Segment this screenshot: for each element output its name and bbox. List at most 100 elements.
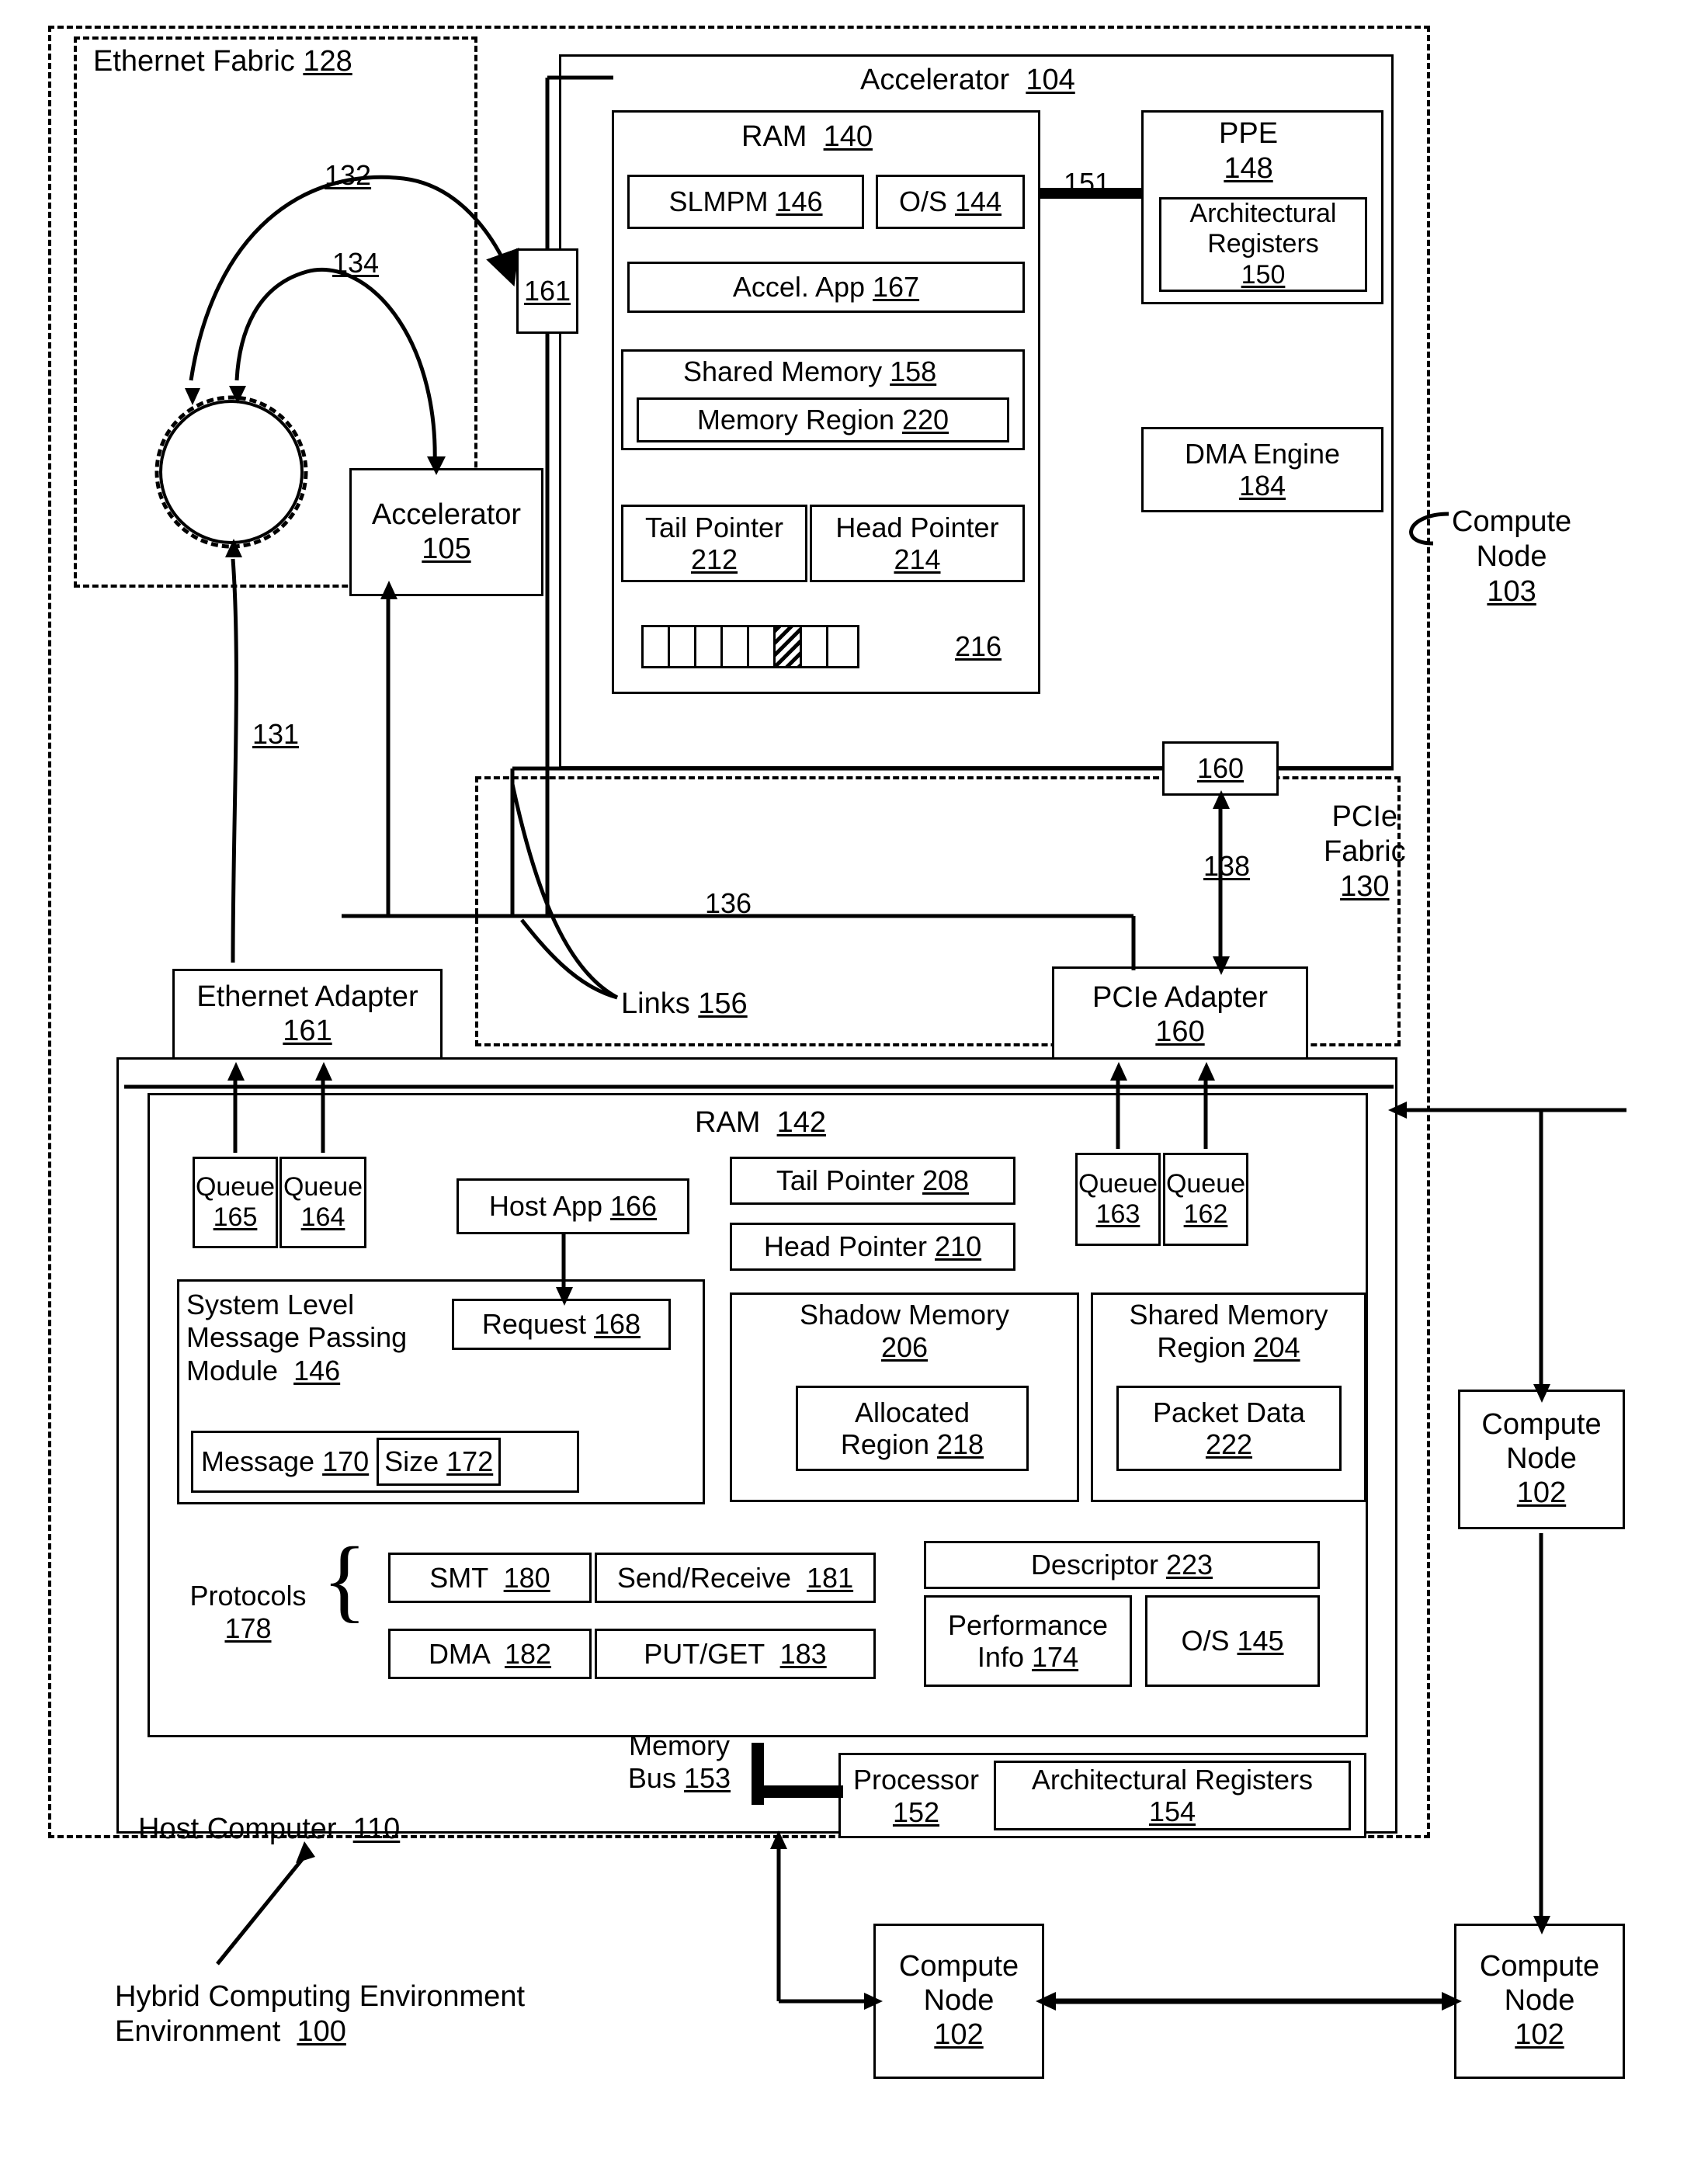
queue-162-box[interactable]: Queue 162	[1163, 1153, 1248, 1246]
compute-node-102-right-line2: Node	[1506, 1442, 1577, 1476]
allocated-region-218-line1: Allocated	[854, 1396, 970, 1428]
queue-165-ref: 165	[213, 1202, 258, 1232]
protocol-dma-182-ref: 182	[504, 1637, 552, 1670]
host-app-166-label: Host App	[488, 1190, 602, 1223]
shared-memory-region-204-ref: 204	[1253, 1331, 1300, 1364]
accel-app-167-box[interactable]: Accel. App 167	[627, 262, 1025, 313]
accelerator-104-title: Accelerator 104	[860, 64, 1075, 97]
ram-142-label-text: RAM	[695, 1106, 761, 1139]
ring-buffer-216[interactable]	[641, 625, 859, 668]
descriptor-223-box[interactable]: Descriptor 223	[924, 1541, 1320, 1589]
memory-bus-153-line1: Memory	[628, 1730, 730, 1761]
ring-buffer-slot[interactable]	[776, 627, 802, 666]
ring-buffer-slot[interactable]	[802, 627, 828, 666]
protocol-send-receive-181-label: Send/Receive	[616, 1561, 792, 1594]
queue-163-box[interactable]: Queue 163	[1075, 1153, 1161, 1246]
queue-162-label: Queue	[1165, 1168, 1246, 1199]
figure-title-line1: Hybrid Computing Environment	[115, 1980, 526, 2013]
compute-node-102-right-box[interactable]: Compute Node 102	[1458, 1390, 1625, 1529]
packet-data-222-box[interactable]: Packet Data 222	[1116, 1386, 1342, 1471]
ethernet-node-161-small[interactable]: 161	[516, 248, 578, 334]
shared-memory-region-204-line1: Shared Memory	[1129, 1299, 1328, 1331]
memory-bus-153-line2: Bus	[627, 1762, 676, 1795]
connection-131-ref: 131	[252, 718, 300, 750]
protocol-send-receive-181-box[interactable]: Send/Receive 181	[595, 1553, 876, 1603]
node-161-small-ref: 161	[523, 275, 571, 307]
ring-buffer-slot[interactable]	[644, 627, 670, 666]
message-170-box[interactable]: Message 170 Size 172	[191, 1431, 579, 1493]
queue-163-label: Queue	[1078, 1168, 1158, 1199]
os-144-box[interactable]: O/S 144	[876, 175, 1025, 229]
memory-region-220-box[interactable]: Memory Region 220	[637, 397, 1009, 442]
connection-136-ref: 136	[705, 887, 752, 919]
shared-memory-region-204-label: Shared Memory Region 204	[1099, 1299, 1359, 1365]
accel-app-167-label: Accel. App	[732, 271, 865, 304]
queue-164-box[interactable]: Queue 164	[279, 1157, 366, 1248]
ethernet-adapter-161-box[interactable]: Ethernet Adapter 161	[172, 969, 443, 1060]
pcie-adapter-160-box[interactable]: PCIe Adapter 160	[1052, 966, 1308, 1063]
tail-pointer-212-box[interactable]: Tail Pointer 212	[621, 505, 807, 582]
compute-node-103-ref: 103	[1487, 574, 1536, 608]
os-145-box[interactable]: O/S 145	[1145, 1595, 1320, 1687]
allocated-region-218-line2: Region	[840, 1428, 929, 1460]
protocol-dma-182-box[interactable]: DMA 182	[388, 1629, 592, 1679]
memory-region-220-ref: 220	[902, 404, 949, 436]
connection-138-ref: 138	[1203, 850, 1251, 882]
queue-165-box[interactable]: Queue 165	[193, 1157, 278, 1248]
ring-buffer-slot[interactable]	[670, 627, 696, 666]
protocol-put-get-183-ref: 183	[779, 1637, 827, 1670]
accel-app-167-ref: 167	[873, 271, 920, 304]
compute-node-102-bottom-center-box[interactable]: Compute Node 102	[873, 1924, 1044, 2079]
dma-engine-184-box[interactable]: DMA Engine 184	[1141, 427, 1383, 512]
figure-title-ref: 100	[297, 2014, 346, 2048]
ram-142-label: RAM 142	[695, 1106, 826, 1140]
ring-buffer-slot[interactable]	[828, 627, 855, 666]
performance-info-174-box[interactable]: Performance Info 174	[924, 1595, 1132, 1687]
message-170-label: Message	[201, 1445, 315, 1478]
ram-140-label: RAM 140	[741, 120, 873, 154]
pcie-node-160-small[interactable]: 160	[1162, 741, 1279, 796]
ring-buffer-slot[interactable]	[749, 627, 776, 666]
queue-164-ref: 164	[300, 1202, 345, 1232]
architectural-registers-154-box[interactable]: Architectural Registers 154	[994, 1761, 1351, 1830]
hce-caption-leader	[216, 1852, 308, 1966]
slmpm-146-box[interactable]: SLMPM 146	[627, 175, 864, 229]
arch-registers-150-ref: 150	[1241, 259, 1286, 290]
tail-pointer-208-box[interactable]: Tail Pointer 208	[730, 1157, 1015, 1205]
shadow-memory-206-label-text: Shadow Memory	[799, 1299, 1010, 1331]
hybrid-computing-environment-caption: Hybrid Computing Environment Environment…	[115, 1979, 525, 2049]
head-pointer-214-label: Head Pointer	[835, 511, 999, 543]
allocated-region-218-box[interactable]: Allocated Region 218	[796, 1386, 1029, 1471]
links-156-ref: 156	[698, 987, 748, 1020]
slmpm-146-line2: Message Passing	[186, 1321, 408, 1354]
request-168-box[interactable]: Request 168	[452, 1299, 671, 1350]
compute-node-102-br-ref: 102	[1515, 2018, 1564, 2051]
links-156-label-text: Links	[621, 987, 690, 1020]
shared-memory-158-ref: 158	[890, 356, 937, 387]
protocol-put-get-183-box[interactable]: PUT/GET 183	[595, 1629, 876, 1679]
accelerator-105-box[interactable]: Accelerator 105	[349, 468, 543, 596]
ring-buffer-slot[interactable]	[696, 627, 723, 666]
os-145-label: O/S	[1181, 1625, 1230, 1657]
compute-node-102-right-line1: Compute	[1481, 1408, 1602, 1442]
ring-buffer-slot[interactable]	[723, 627, 749, 666]
protocol-smt-180-box[interactable]: SMT 180	[388, 1553, 592, 1603]
links-156-label: Links 156	[621, 987, 748, 1021]
request-168-label: Request	[481, 1308, 586, 1341]
head-pointer-214-box[interactable]: Head Pointer 214	[810, 505, 1025, 582]
head-pointer-210-box[interactable]: Head Pointer 210	[730, 1223, 1015, 1271]
compute-node-102-bottom-right-box[interactable]: Compute Node 102	[1454, 1924, 1625, 2079]
node-160-small-ref: 160	[1196, 752, 1245, 785]
head-pointer-210-label: Head Pointer	[763, 1230, 928, 1263]
accelerator-104-title-text: Accelerator	[860, 64, 1010, 96]
ethernet-cloud-label: Ethernet 106	[166, 442, 306, 512]
architectural-registers-150-box[interactable]: Architectural Registers 150	[1159, 197, 1367, 292]
size-172-box[interactable]: Size 172	[377, 1438, 502, 1486]
slmpm-146-host-ref: 146	[293, 1354, 341, 1386]
size-172-ref: 172	[446, 1445, 494, 1478]
descriptor-223-label: Descriptor	[1030, 1549, 1158, 1581]
ring-buffer-216-ref: 216	[955, 630, 1002, 662]
slmpm-146-host-label: System Level Message Passing Module 146	[186, 1289, 407, 1387]
host-app-166-box[interactable]: Host App 166	[457, 1178, 689, 1234]
os-145-ref: 145	[1237, 1625, 1284, 1657]
